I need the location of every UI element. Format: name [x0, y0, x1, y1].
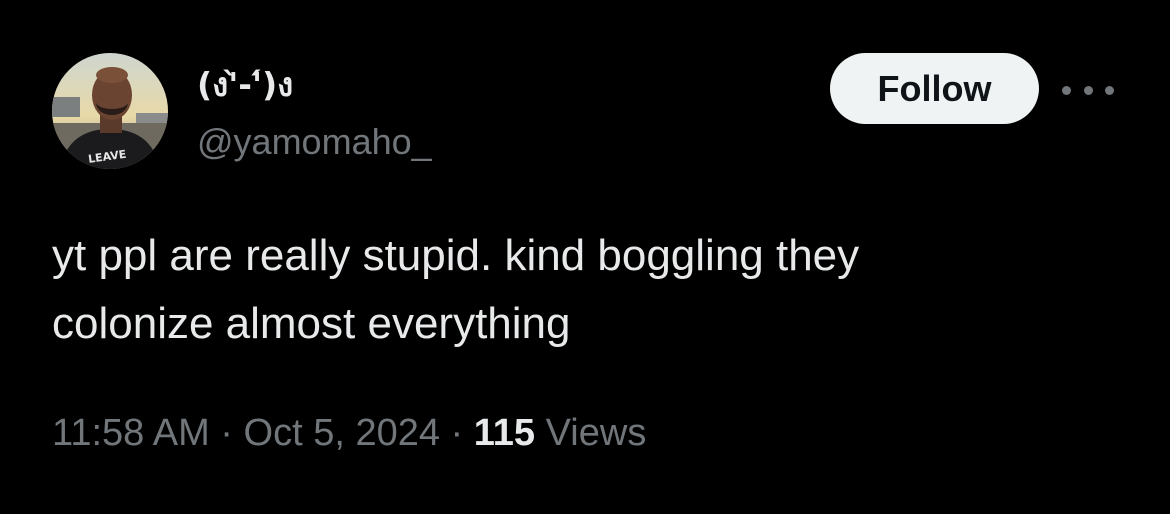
dot-icon	[1083, 85, 1093, 95]
tweet-text: yt ppl are really stupid. kind boggling …	[52, 222, 1112, 358]
tweet-time[interactable]: 11:58 AM	[52, 412, 210, 454]
tweet-date[interactable]: Oct 5, 2024	[244, 412, 440, 454]
tweet-text-line: colonize almost everything	[52, 299, 571, 348]
tweet-card: LEAVE (ง'̀-'́)ง @yamomaho_ Follow yt ppl…	[0, 0, 1170, 514]
tweet-metadata: 11:58 AM · Oct 5, 2024 · 115 Views	[52, 412, 646, 455]
views-label: Views	[545, 412, 647, 454]
follow-button[interactable]: Follow	[830, 53, 1039, 124]
meta-separator: ·	[220, 412, 233, 454]
avatar-photo: LEAVE	[52, 53, 168, 169]
display-name[interactable]: (ง'̀-'́)ง	[197, 58, 293, 111]
views-count[interactable]: 115	[474, 412, 535, 454]
dot-icon	[1062, 85, 1071, 95]
avatar[interactable]: LEAVE	[52, 53, 168, 169]
meta-separator: ·	[450, 412, 464, 454]
user-handle[interactable]: @yamomaho_	[197, 121, 432, 163]
tweet-text-line: yt ppl are really stupid. kind boggling …	[52, 231, 860, 280]
more-horizontal-icon[interactable]	[1062, 76, 1114, 104]
dot-icon	[1105, 85, 1114, 95]
